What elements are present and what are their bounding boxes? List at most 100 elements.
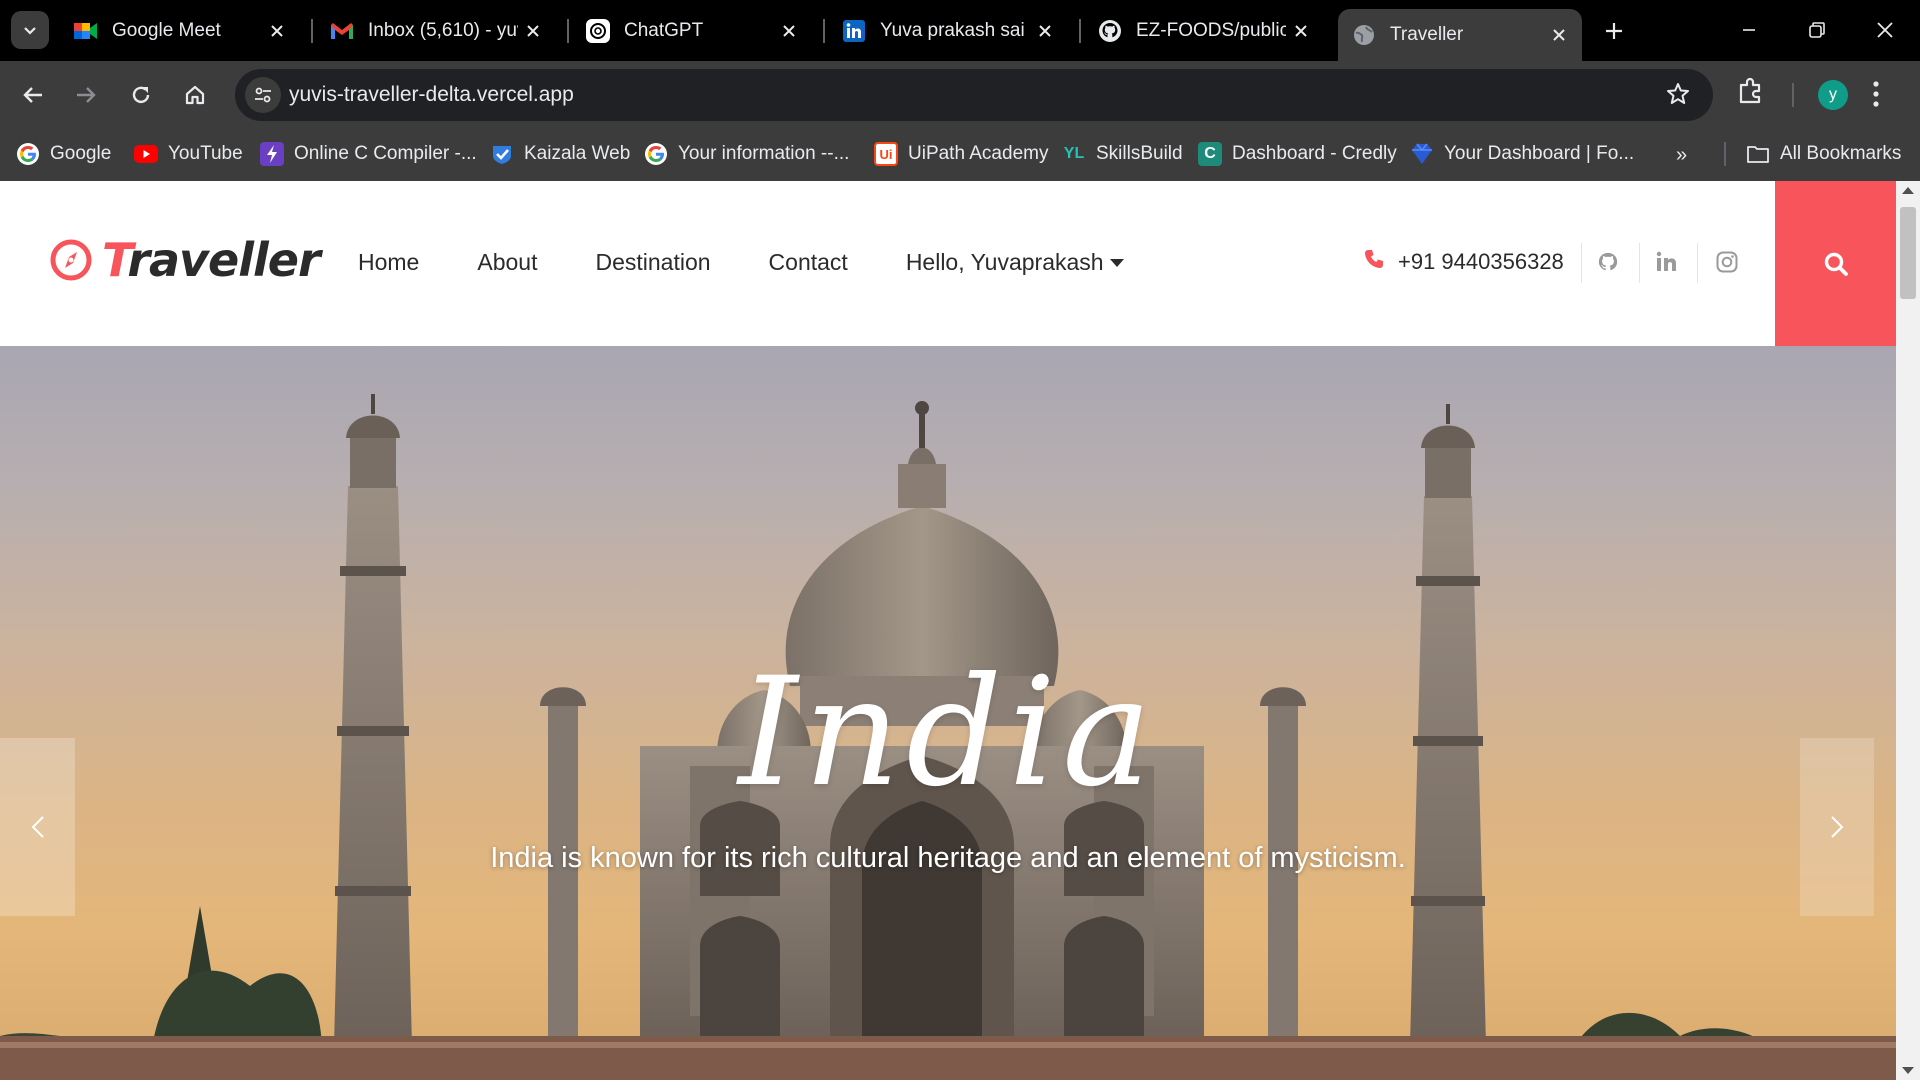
bookmark-label: UiPath Academy — [908, 143, 1049, 164]
more-bookmarks-button[interactable]: » — [1676, 144, 1687, 167]
nav-destination[interactable]: Destination — [595, 249, 710, 276]
tab-linkedin[interactable]: Yuva prakash sai G — [828, 9, 1068, 53]
extensions-icon[interactable] — [1736, 76, 1766, 111]
bookmark-uipath-academy[interactable]: Ui UiPath Academy — [874, 138, 1048, 170]
close-icon[interactable] — [1544, 20, 1574, 50]
address-bar[interactable]: yuvis-traveller-delta.vercel.app — [235, 69, 1713, 121]
close-icon[interactable] — [1030, 16, 1060, 46]
hero-subtitle: India is known for its rich cultural her… — [490, 842, 1406, 874]
globe-icon — [1352, 23, 1376, 47]
bookmark-youtube[interactable]: YouTube — [134, 138, 243, 170]
arrow-left-icon — [23, 87, 42, 103]
close-icon[interactable] — [1286, 16, 1316, 46]
bookmark-label: Your information --... — [678, 143, 850, 164]
new-tab-button[interactable] — [1597, 14, 1631, 48]
scrollbar-thumb[interactable] — [1900, 207, 1916, 299]
tab-google-meet[interactable]: Google Meet — [60, 9, 300, 53]
close-icon[interactable] — [262, 16, 292, 46]
reload-button[interactable] — [121, 75, 161, 115]
search-button[interactable] — [1775, 181, 1896, 346]
tab-title: EZ-FOODS/public/ — [1136, 20, 1286, 41]
back-button[interactable] — [13, 75, 53, 115]
nav-user-menu[interactable]: Hello, Yuvaprakash — [906, 249, 1124, 276]
logo-text-rest: raveller — [127, 233, 320, 287]
home-button[interactable] — [175, 75, 215, 115]
caret-down-icon — [1109, 258, 1124, 267]
minimize-button[interactable] — [1726, 8, 1772, 52]
logo-text-first: T — [102, 233, 128, 287]
chevron-down-icon — [24, 27, 36, 35]
site-info-icon[interactable] — [245, 77, 281, 113]
folder-icon — [1746, 144, 1770, 164]
tab-github[interactable]: EZ-FOODS/public/ — [1084, 9, 1324, 53]
nav-about[interactable]: About — [477, 249, 537, 276]
header-divider — [1697, 243, 1698, 283]
github-icon — [1098, 19, 1122, 43]
profile-avatar[interactable]: y — [1818, 80, 1848, 110]
minimize-icon — [1743, 29, 1755, 31]
bookmarks-bar: Google YouTube Online C Compiler -... Ka… — [0, 128, 1920, 181]
nav-home[interactable]: Home — [358, 249, 419, 276]
credly-icon: C — [1198, 142, 1222, 166]
hero-title: India — [738, 646, 1158, 820]
tab-separator — [823, 19, 825, 43]
tab-traveller[interactable]: Traveller — [1338, 9, 1582, 61]
restore-button[interactable] — [1794, 8, 1840, 52]
youtube-icon — [134, 142, 158, 166]
bookmark-online-c-compiler[interactable]: Online C Compiler -... — [260, 138, 477, 170]
gmail-icon — [330, 19, 354, 43]
hero-carousel: India India is known for its rich cultur… — [0, 346, 1896, 1080]
scroll-up-icon[interactable] — [1902, 187, 1914, 194]
chevron-left-icon — [31, 816, 44, 838]
bookmark-your-dashboard[interactable]: Your Dashboard | Fo... — [1410, 138, 1634, 170]
all-bookmarks-label: All Bookmarks — [1780, 143, 1902, 164]
chatgpt-icon — [586, 19, 610, 43]
forward-button[interactable] — [66, 75, 106, 115]
bookmark-label: YouTube — [168, 143, 243, 164]
github-icon[interactable] — [1594, 248, 1622, 276]
google-meet-icon — [74, 19, 98, 43]
search-icon — [1824, 252, 1848, 276]
bookmark-label: Dashboard - Credly — [1232, 143, 1397, 164]
more-options-icon[interactable] — [1872, 80, 1880, 113]
bookmark-credly[interactable]: C Dashboard - Credly — [1198, 138, 1397, 170]
tab-title: Yuva prakash sai G — [880, 20, 1030, 41]
tab-strip: Google Meet Inbox (5,610) - yuv ChatGPT … — [0, 0, 1920, 61]
tab-chatgpt[interactable]: ChatGPT — [572, 9, 812, 53]
close-window-button[interactable] — [1862, 8, 1908, 52]
reload-icon — [132, 86, 150, 104]
tab-title: Traveller — [1390, 24, 1464, 45]
tab-separator — [567, 19, 569, 43]
bookmark-star-icon[interactable] — [1665, 81, 1691, 112]
tab-separator — [1079, 19, 1081, 43]
page-scrollbar[interactable] — [1896, 181, 1920, 1080]
phone-number: +91 9440356328 — [1398, 249, 1564, 274]
close-icon[interactable] — [518, 16, 548, 46]
tab-title: Inbox (5,610) - yuv — [368, 20, 518, 41]
bookmark-skillsbuild[interactable]: YL SkillsBuild — [1062, 138, 1183, 170]
nav-contact[interactable]: Contact — [769, 249, 848, 276]
tab-gmail[interactable]: Inbox (5,610) - yuv — [316, 9, 556, 53]
bookmark-google[interactable]: Google — [16, 138, 111, 170]
plus-icon — [1606, 23, 1622, 39]
user-greeting: Hello, Yuvaprakash — [905, 249, 1104, 275]
site-logo[interactable]: Traveller — [50, 233, 321, 287]
scroll-down-icon[interactable] — [1902, 1067, 1914, 1074]
page-viewport: Traveller Home About Destination Contact… — [0, 181, 1896, 1080]
header-divider — [1639, 243, 1640, 283]
restore-icon — [1809, 22, 1825, 38]
bookmark-kaizala-web[interactable]: Kaizala Web — [490, 138, 630, 170]
linkedin-icon[interactable] — [1653, 248, 1681, 276]
tab-title: ChatGPT — [624, 20, 704, 41]
carousel-next-button[interactable] — [1800, 738, 1874, 916]
bookmark-your-information[interactable]: Your information --... — [644, 138, 849, 170]
phone-contact[interactable]: +91 9440356328 — [1364, 249, 1564, 275]
close-icon[interactable] — [774, 16, 804, 46]
instagram-icon[interactable] — [1713, 248, 1741, 276]
linkedin-icon — [842, 19, 866, 43]
carousel-prev-button[interactable] — [0, 738, 75, 916]
all-bookmarks-button[interactable]: All Bookmarks — [1746, 138, 1901, 170]
bookmarks-divider — [1724, 142, 1726, 166]
tab-search-button[interactable] — [11, 11, 49, 49]
bolt-icon — [260, 142, 284, 166]
